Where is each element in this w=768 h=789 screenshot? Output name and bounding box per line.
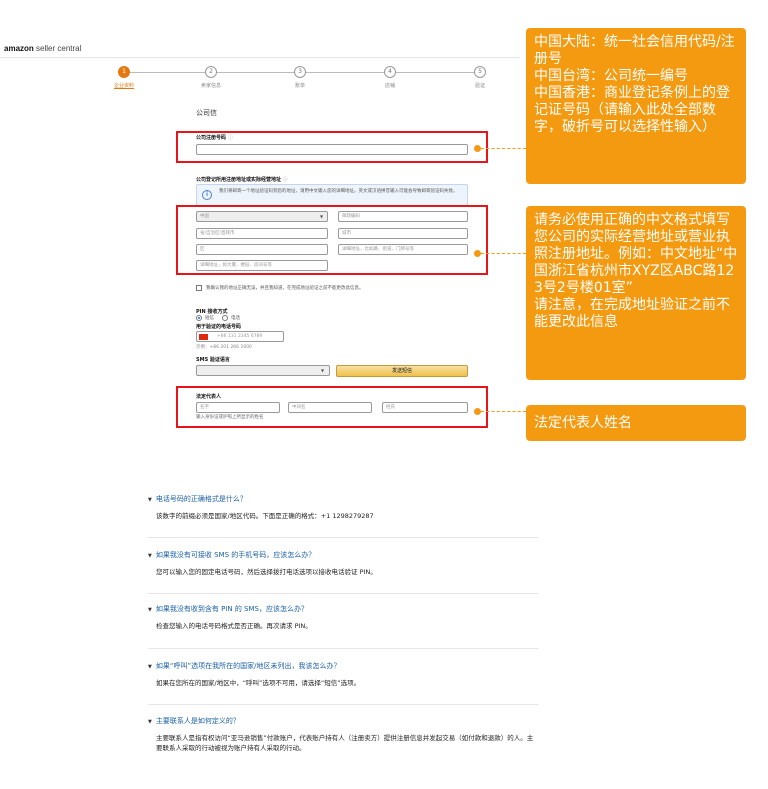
district-input[interactable]: 区 xyxy=(196,244,328,255)
step-number: 1 xyxy=(118,66,130,78)
caret-down-icon: ▼ xyxy=(148,497,152,503)
chevron-down-icon: ▼ xyxy=(320,214,324,219)
faq-question[interactable]: 主要联系人是如何定义的？ xyxy=(156,717,240,725)
step-5: 5 验证 xyxy=(450,66,510,89)
faq-item[interactable]: ▼ 主要联系人是如何定义的？ 主要联系人是指有权访问“亚马逊销售”付款账户，代表账… xyxy=(148,716,538,753)
callout-text: 请务必使用正确的中文格式填写您公司的实际经营地址或营业执照注册地址。例如：中文地… xyxy=(534,212,738,330)
faq-item[interactable]: ▼ 如果“呼叫”选项在我所在的国家/地区未列出，我该怎么办？ 如果在您所在的国家/… xyxy=(148,661,568,688)
sms-language-select[interactable] xyxy=(196,365,330,376)
step-label: 验证 xyxy=(474,83,485,89)
faq-divider xyxy=(148,593,538,594)
faq-question[interactable]: 电话号码的正确格式是什么？ xyxy=(156,495,247,503)
faq-divider xyxy=(148,648,538,649)
first-name-input[interactable]: 名字 xyxy=(196,402,280,413)
logo-brand: amazon xyxy=(4,44,34,53)
faq-item[interactable]: ▼ 电话号码的正确格式是什么？ 该数字的前缀必须是国家/地区代码。下面是正确的格式… xyxy=(148,494,568,521)
faq-divider xyxy=(148,704,538,705)
connector-line xyxy=(481,411,526,412)
address-info-text: 我们将邮寄一个地址验证码到您的地址，请用中文输入您的详细地址。英文或汉语拼音输入… xyxy=(219,189,458,194)
connector-dot xyxy=(474,145,481,152)
callout-address: 请务必使用正确的中文格式填写您公司的实际经营地址或营业执照注册地址。例如：中文地… xyxy=(526,206,746,380)
reg-number-input[interactable] xyxy=(196,144,468,155)
faq-item[interactable]: ▼ 如果我没有可接收 SMS 的手机号码，应该怎么办？ 您可以输入您的固定电话号码… xyxy=(148,550,568,577)
step-2: 2 卖家信息 xyxy=(181,66,241,89)
step-1[interactable]: 1 企业资料 xyxy=(94,66,154,89)
city-input[interactable]: 城市 xyxy=(338,228,468,239)
step-label: 卖家信息 xyxy=(200,83,221,89)
step-label: 企业资料 xyxy=(113,83,134,89)
middle-name-input[interactable]: 中间名 xyxy=(288,402,372,413)
connector-dot xyxy=(474,408,481,415)
legal-rep-hint: 输入身份证或护照上所显示的姓名 xyxy=(196,415,264,420)
faq-answer: 检查您输入的电话号码格式是否正确。再次请求 PIN。 xyxy=(156,622,312,630)
faq-question[interactable]: 如果我没有可接收 SMS 的手机号码，应该怎么办？ xyxy=(156,551,315,559)
step-4: 4 店铺 xyxy=(360,66,420,89)
connector-line xyxy=(481,148,526,149)
faq-answer: 该数字的前缀必须是国家/地区代码。下面是正确的格式：+1 1298279287 xyxy=(156,512,374,520)
send-sms-button[interactable]: 发送短信 xyxy=(336,365,468,377)
country-select[interactable]: 中国 xyxy=(196,211,328,222)
phone-input[interactable]: +86 131 2345 6789 xyxy=(196,331,284,342)
form-title: 公司信 xyxy=(196,109,217,117)
faq-question[interactable]: 如果“呼叫”选项在我所在的国家/地区未列出，我该怎么办？ xyxy=(156,662,341,670)
pin-method-label: PIN 接收方式 xyxy=(196,309,228,315)
step-number: 4 xyxy=(384,66,396,78)
address-info-box: i 我们将邮寄一个地址验证码到您的地址，请用中文输入您的详细地址。英文或汉语拼音… xyxy=(196,184,468,206)
address-line1-input[interactable]: 详细地址，比如路、街道、门牌号等 xyxy=(338,244,468,255)
faq-answer: 您可以输入您的固定电话号码，然后选择拨打电话选项以接收电话验证 PIN。 xyxy=(156,568,377,576)
pin-sms-radio[interactable] xyxy=(196,315,202,321)
info-circle-icon: ⓘ xyxy=(282,177,288,183)
chevron-down-icon: ▼ xyxy=(321,368,325,373)
caret-down-icon: ▼ xyxy=(148,664,152,670)
faq-answer: 主要联系人是指有权访问“亚马逊销售”付款账户，代表账户持有人（注册卖方）提供注册… xyxy=(156,734,534,752)
step-number: 2 xyxy=(205,66,217,78)
sms-language-label: SMS 验证语言 xyxy=(196,357,230,363)
step-number: 3 xyxy=(294,66,306,78)
pin-call-label: 电话 xyxy=(231,316,240,321)
phone-example: 示例：+86 201 266 1000 xyxy=(196,345,252,350)
faq-question[interactable]: 如果我没有收到含有 PIN 的 SMS，应该怎么办？ xyxy=(156,605,308,613)
caret-down-icon: ▼ xyxy=(148,719,152,725)
legal-rep-label: 法定代表人 xyxy=(196,394,222,400)
caret-down-icon: ▼ xyxy=(148,607,152,613)
header-divider xyxy=(0,57,520,58)
step-label: 账单 xyxy=(294,83,305,89)
faq-item[interactable]: ▼ 如果我没有收到含有 PIN 的 SMS，应该怎么办？ 检查您输入的电话号码格式… xyxy=(148,604,568,631)
faq-answer: 如果在您所在的国家/地区中，“呼叫”选项不可用，请选择“短信”选项。 xyxy=(156,679,361,687)
connector-dot xyxy=(474,250,481,257)
phone-label: 用于验证的电话号码 xyxy=(196,324,242,330)
china-flag-icon[interactable] xyxy=(199,334,208,340)
address-line2-input[interactable]: 详细地址，如大厦、楼层、房间号等 xyxy=(196,260,328,271)
pin-call-radio[interactable] xyxy=(222,315,228,321)
confirm-address-checkbox[interactable] xyxy=(196,285,202,291)
connector-line xyxy=(481,253,526,254)
faq-divider xyxy=(148,537,538,538)
province-input[interactable]: 省/自治区/直辖市 xyxy=(196,228,328,239)
step-label: 店铺 xyxy=(384,83,395,89)
callout-text: 中国大陆：统一社会信用代码/注册号 中国台湾：公司统一编号 中国香港：商业登记条… xyxy=(534,34,735,135)
reg-number-label: 公司注册号码 ⓘ xyxy=(196,135,233,141)
postal-code-input[interactable]: 邮政编码 xyxy=(338,211,468,222)
callout-reg-number: 中国大陆：统一社会信用代码/注册号 中国台湾：公司统一编号 中国香港：商业登记条… xyxy=(526,28,746,184)
last-name-input[interactable]: 姓氏 xyxy=(382,402,468,413)
step-number: 5 xyxy=(474,66,486,78)
step-3: 3 账单 xyxy=(270,66,330,89)
pin-sms-label: 短信 xyxy=(205,316,214,321)
amazon-seller-central-logo[interactable]: amazon seller central xyxy=(4,44,81,53)
confirm-address-text: 我确认我的地址正确无误，并且我知道，在完成地址验证之前不能更改此信息。 xyxy=(206,286,364,291)
progress-steps: 1 企业资料 2 卖家信息 3 账单 4 店铺 5 验证 xyxy=(112,66,488,92)
logo-sub: seller central xyxy=(36,44,82,53)
info-icon: i xyxy=(202,190,212,200)
info-circle-icon: ⓘ xyxy=(227,135,233,141)
callout-text: 法定代表人姓名 xyxy=(534,415,632,431)
caret-down-icon: ▼ xyxy=(148,553,152,559)
address-label: 公司登记所用注册地址或实际经营地址 ⓘ xyxy=(196,177,288,183)
callout-legal-rep: 法定代表人姓名 xyxy=(526,405,746,441)
